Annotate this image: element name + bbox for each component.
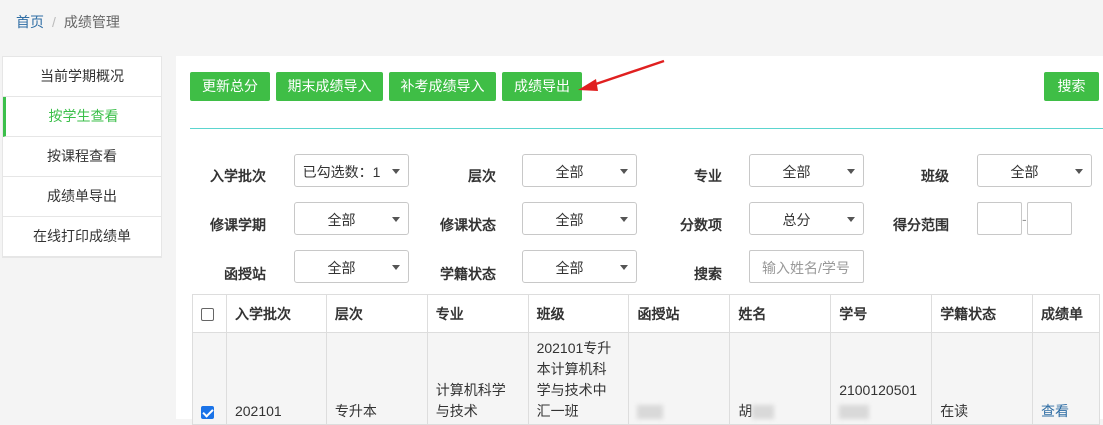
column-header[interactable]: 层次 <box>325 294 428 333</box>
cell-station <box>628 332 731 425</box>
level-value: 全部 <box>555 164 584 180</box>
filter-label-semester: 修课学期 <box>210 217 266 233</box>
column-header[interactable]: 入学批次 <box>225 294 327 333</box>
chevron-down-icon <box>1075 169 1083 174</box>
view-transcript-link[interactable]: 查看 <box>1041 403 1069 419</box>
column-header[interactable]: 姓名 <box>729 294 832 333</box>
filter-label-enroll-batch: 入学批次 <box>210 168 266 184</box>
filter-label-level: 层次 <box>468 168 496 184</box>
major-select[interactable]: 全部 <box>749 154 864 187</box>
level-select[interactable]: 全部 <box>522 154 637 187</box>
chevron-down-icon <box>392 169 400 174</box>
breadcrumb-home-link[interactable]: 首页 <box>16 14 44 30</box>
sidebar-item-transcript-export[interactable]: 成绩单导出 <box>3 177 161 217</box>
makeup-score-import-button[interactable]: 补考成绩导入 <box>389 72 496 101</box>
sidebar-item-by-student[interactable]: 按学生查看 <box>3 97 161 137</box>
breadcrumb: 首页 / 成绩管理 <box>0 0 1103 40</box>
breadcrumb-separator: / <box>52 14 56 30</box>
name-visible: 胡 <box>738 403 753 419</box>
redacted-text <box>637 405 664 420</box>
class-value: 全部 <box>1010 164 1039 180</box>
course-status-value: 全部 <box>555 212 584 228</box>
filter-label-enroll-status: 学籍状态 <box>440 266 496 282</box>
filter-label-class: 班级 <box>921 168 949 184</box>
filter-label-station: 函授站 <box>224 266 266 282</box>
sidebar-item-term-overview[interactable]: 当前学期概况 <box>3 57 161 97</box>
select-all-checkbox[interactable] <box>201 308 214 322</box>
update-total-button[interactable]: 更新总分 <box>190 72 270 101</box>
sidebar-item-by-course[interactable]: 按课程查看 <box>3 137 161 177</box>
chevron-down-icon <box>620 217 628 222</box>
column-header[interactable]: 学号 <box>830 294 933 333</box>
score-table: 入学批次 层次 专业 班级 函授站 姓名 学号 学籍状态 成绩单 202101 … <box>192 294 1100 425</box>
semester-value: 全部 <box>327 212 356 228</box>
score-export-button[interactable]: 成绩导出 <box>502 72 582 101</box>
score-range-separator: - <box>1022 211 1027 227</box>
chevron-down-icon <box>620 169 628 174</box>
column-header[interactable]: 函授站 <box>628 294 731 333</box>
cell-major: 计算机科学与技术 <box>426 332 529 425</box>
sidebar: 当前学期概况 按学生查看 按课程查看 成绩单导出 在线打印成绩单 <box>2 56 162 258</box>
semester-select[interactable]: 全部 <box>294 202 409 235</box>
table-header-row: 入学批次 层次 专业 班级 函授站 姓名 学号 学籍状态 成绩单 <box>192 294 1100 333</box>
major-value: 全部 <box>782 164 811 180</box>
row-checkbox[interactable] <box>201 405 214 419</box>
filter-label-search: 搜索 <box>694 266 722 282</box>
filter-label-score-range: 得分范围 <box>893 217 949 233</box>
cell-batch: 202101 <box>225 332 327 425</box>
cell-level: 专升本 <box>325 332 428 425</box>
chevron-down-icon <box>392 217 400 222</box>
toolbar-divider <box>190 128 1103 129</box>
score-item-select[interactable]: 总分 <box>749 202 864 235</box>
class-select[interactable]: 全部 <box>977 154 1092 187</box>
cell-action: 查看 <box>1032 332 1100 425</box>
station-value: 全部 <box>327 260 356 276</box>
filter-label-major: 专业 <box>694 168 722 184</box>
filter-label-course-status: 修课状态 <box>440 217 496 233</box>
breadcrumb-current: 成绩管理 <box>63 14 120 30</box>
row-select-cell <box>192 332 227 425</box>
select-all-cell <box>192 294 227 333</box>
filter-label-score-item: 分数项 <box>680 217 722 233</box>
column-header[interactable]: 班级 <box>527 294 630 333</box>
search-button[interactable]: 搜索 <box>1044 72 1099 101</box>
score-range-max-input[interactable] <box>1027 202 1072 235</box>
score-range-min-input[interactable] <box>977 202 1022 235</box>
cell-status: 在读 <box>931 332 1034 425</box>
chevron-down-icon <box>620 265 628 270</box>
student-id-visible: 2100120501 <box>839 382 918 398</box>
redacted-text <box>752 405 775 420</box>
cell-class: 202101专升本计算机科学与技术中汇一班 <box>527 332 630 425</box>
column-header[interactable]: 成绩单 <box>1032 294 1100 333</box>
table-row: 202101 专升本 计算机科学与技术 202101专升本计算机科学与技术中汇一… <box>192 332 1100 425</box>
course-status-select[interactable]: 全部 <box>522 202 637 235</box>
sidebar-item-print-transcript[interactable]: 在线打印成绩单 <box>3 217 161 257</box>
search-input[interactable]: 输入姓名/学号 <box>749 250 864 283</box>
enroll-status-select[interactable]: 全部 <box>522 250 637 283</box>
cell-name: 胡 <box>729 332 832 425</box>
column-header[interactable]: 专业 <box>426 294 529 333</box>
station-select[interactable]: 全部 <box>294 250 409 283</box>
enroll-batch-select[interactable]: 已勾选数：1 <box>294 154 409 187</box>
enroll-status-value: 全部 <box>555 260 584 276</box>
score-item-value: 总分 <box>782 212 811 228</box>
column-header[interactable]: 学籍状态 <box>931 294 1034 333</box>
main-panel: 更新总分 期末成绩导入 补考成绩导入 成绩导出 搜索 入学批次 已勾选数：1 层… <box>176 56 1103 425</box>
cell-student-id: 2100120501 <box>830 332 933 425</box>
chevron-down-icon <box>847 217 855 222</box>
redacted-text <box>839 405 870 420</box>
final-score-import-button[interactable]: 期末成绩导入 <box>276 72 383 101</box>
enroll-batch-value: 已勾选数：1 <box>302 164 381 180</box>
chevron-down-icon <box>847 169 855 174</box>
chevron-down-icon <box>392 265 400 270</box>
